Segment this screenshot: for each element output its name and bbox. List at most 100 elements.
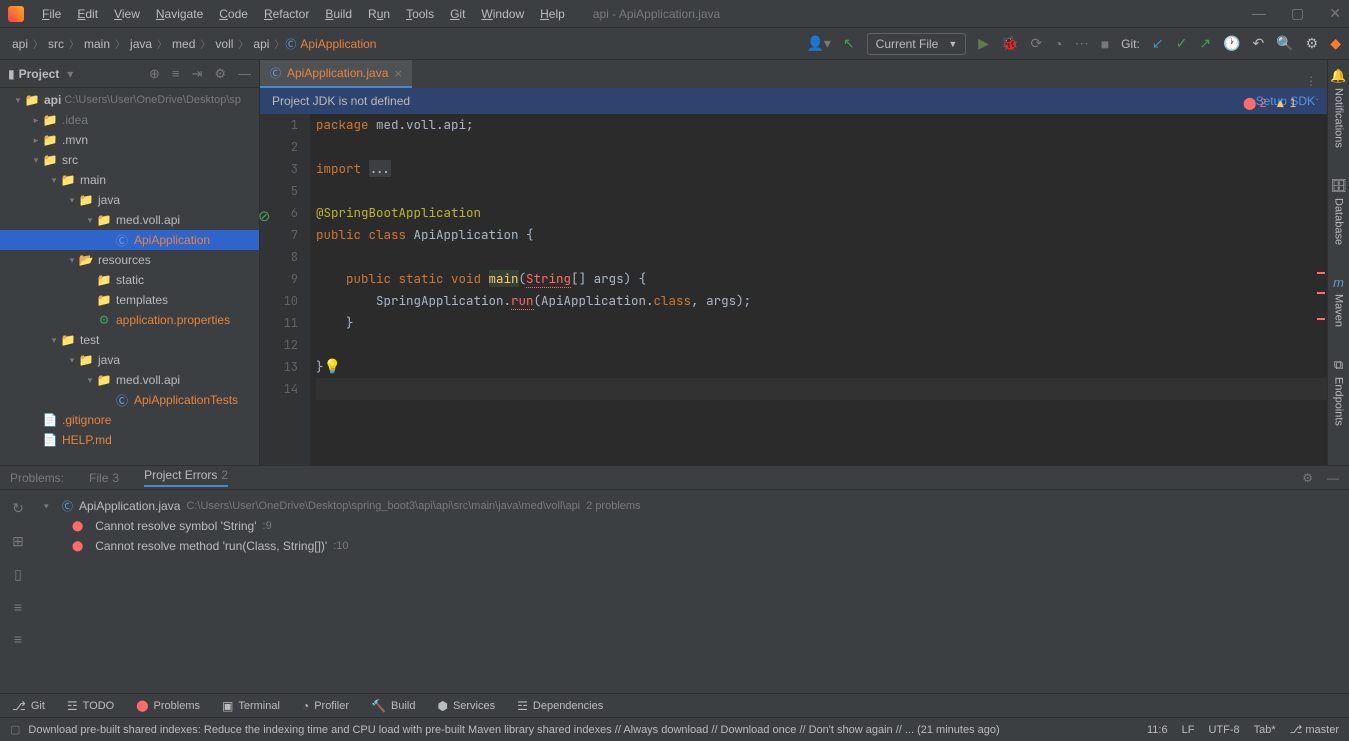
problems-error-2[interactable]: ⬤Cannot resolve method 'run(Class, Strin… xyxy=(72,536,1341,556)
menu-code[interactable]: Code xyxy=(211,3,256,25)
minimize-icon[interactable]: — xyxy=(1252,5,1266,22)
tab-options-icon[interactable]: ⋮ xyxy=(1305,74,1327,88)
ide-brand-icon[interactable]: ◆ xyxy=(1330,35,1341,52)
tree-testcls[interactable]: ⒸApiApplicationTests xyxy=(0,390,259,410)
problems-collapse-icon[interactable]: ≡ xyxy=(14,631,22,647)
tool-terminal[interactable]: ▣Terminal xyxy=(222,699,280,713)
tree-testjava[interactable]: ▾📁java xyxy=(0,350,259,370)
maximize-icon[interactable]: ▢ xyxy=(1291,5,1304,22)
tree-templates[interactable]: 📁templates xyxy=(0,290,259,310)
close-icon[interactable]: ✕ xyxy=(1329,5,1341,22)
run-config-dropdown[interactable]: Current File▼ xyxy=(867,33,967,55)
problems-view-icon[interactable]: ⊞ xyxy=(12,533,24,550)
problems-file-row[interactable]: ▾ Ⓒ ApiApplication.java C:\Users\User\On… xyxy=(44,496,1341,516)
crumb-apipkg[interactable]: api xyxy=(249,35,273,53)
tree-testpkg[interactable]: ▾📁med.voll.api xyxy=(0,370,259,390)
editor-tab[interactable]: Ⓒ ApiApplication.java × xyxy=(260,60,412,88)
tree-src[interactable]: ▾📁src xyxy=(0,150,259,170)
tree-test[interactable]: ▾📁test xyxy=(0,330,259,350)
endpoints-tool[interactable]: ⧉Endpoints xyxy=(1333,357,1345,426)
status-corner-icon[interactable]: ▢ xyxy=(10,723,20,736)
menu-navigate[interactable]: Navigate xyxy=(148,3,211,25)
notifications-tool[interactable]: 🔔Notifications xyxy=(1330,68,1346,148)
problems-expand-icon[interactable]: ≡ xyxy=(14,599,22,615)
expand-icon[interactable]: ≡ xyxy=(172,66,180,82)
hide-icon[interactable]: — xyxy=(238,66,251,82)
menu-git[interactable]: Git xyxy=(442,3,473,25)
problems-error-1[interactable]: ⬤Cannot resolve symbol 'String':9 xyxy=(72,516,1341,536)
search-icon[interactable]: 🔍 xyxy=(1276,35,1293,52)
status-tab[interactable]: Tab* xyxy=(1254,724,1276,736)
crumb-api[interactable]: api xyxy=(8,35,32,53)
status-branch[interactable]: ⎇ master xyxy=(1290,723,1339,736)
locate-icon[interactable]: ⊕ xyxy=(149,66,160,82)
tree-java[interactable]: ▾📁java xyxy=(0,190,259,210)
menu-run[interactable]: Run xyxy=(360,3,398,25)
crumb-src[interactable]: src xyxy=(44,35,68,53)
next-highlight-icon[interactable]: ˇ xyxy=(1316,98,1319,109)
menu-window[interactable]: Window xyxy=(473,3,532,25)
git-history-icon[interactable]: 🕐 xyxy=(1223,35,1240,52)
menu-file[interactable]: File xyxy=(34,3,69,25)
menu-tools[interactable]: Tools xyxy=(398,3,442,25)
problems-refresh-icon[interactable]: ↻ xyxy=(12,500,24,517)
tool-dependencies[interactable]: ☲Dependencies xyxy=(517,699,603,713)
settings-icon[interactable]: ⚙ xyxy=(214,66,226,82)
tree-main[interactable]: ▾📁main xyxy=(0,170,259,190)
code-editor[interactable]: package med.voll.api; import ... @Spring… xyxy=(310,114,1327,465)
tree-class[interactable]: ⒸApiApplication xyxy=(0,230,259,250)
collapse-icon[interactable]: ⇥ xyxy=(191,66,202,82)
tree-mvn[interactable]: ▸📁.mvn xyxy=(0,130,259,150)
tool-services[interactable]: ⬢Services xyxy=(437,699,495,713)
tree-appprops[interactable]: ⚙application.properties xyxy=(0,310,259,330)
tree-gitignore[interactable]: 📄.gitignore xyxy=(0,410,259,430)
status-message[interactable]: Download pre-built shared indexes: Reduc… xyxy=(28,724,1135,736)
tree-idea[interactable]: ▸📁.idea xyxy=(0,110,259,130)
error-indicator-icon[interactable]: ⬤ 2 xyxy=(1243,96,1266,110)
tree-resources[interactable]: ▾📂resources xyxy=(0,250,259,270)
maven-tool[interactable]: mMaven xyxy=(1333,275,1345,327)
tree-root[interactable]: ▾📁apiC:\Users\User\OneDrive\Desktop\sp xyxy=(0,90,259,110)
tree-static[interactable]: 📁static xyxy=(0,270,259,290)
menu-view[interactable]: View xyxy=(106,3,148,25)
warning-indicator-icon[interactable]: ▲ 1 xyxy=(1274,96,1296,110)
debug-icon[interactable]: 🐞 xyxy=(1001,35,1018,52)
more-icon[interactable]: ⋯ xyxy=(1075,35,1089,52)
coverage-icon[interactable]: ⟳ xyxy=(1031,35,1043,52)
settings-icon[interactable]: ⚙ xyxy=(1306,35,1319,52)
profile-icon[interactable]: ◔ xyxy=(1054,36,1062,52)
problems-tab-project[interactable]: Project Errors2 xyxy=(144,468,228,487)
tool-build[interactable]: 🔨Build xyxy=(371,699,415,713)
database-tool[interactable]: 🗄Database xyxy=(1330,178,1347,245)
crumb-class[interactable]: ApiApplication xyxy=(296,35,380,53)
git-rollback-icon[interactable]: ↶ xyxy=(1252,35,1264,52)
crumb-main[interactable]: main xyxy=(80,35,114,53)
problems-hide-icon[interactable]: — xyxy=(1327,471,1339,485)
run-icon[interactable]: ▶ xyxy=(978,35,989,52)
prev-highlight-icon[interactable]: ˆ xyxy=(1304,98,1307,109)
git-update-icon[interactable]: ↙ xyxy=(1152,35,1164,52)
tool-profiler[interactable]: ◔Profiler xyxy=(302,699,349,713)
menu-help[interactable]: Help xyxy=(532,3,573,25)
crumb-java[interactable]: java xyxy=(126,35,156,53)
tree-help[interactable]: 📄HELP.md xyxy=(0,430,259,450)
project-panel-label[interactable]: Project xyxy=(19,67,60,81)
project-view-dropdown[interactable]: ▾ xyxy=(67,67,73,81)
user-icon[interactable]: 👤▾ xyxy=(806,35,830,52)
tab-close-icon[interactable]: × xyxy=(394,66,402,81)
crumb-voll[interactable]: voll xyxy=(211,35,237,53)
menu-build[interactable]: Build xyxy=(317,3,360,25)
status-sep[interactable]: LF xyxy=(1182,724,1195,736)
crumb-med[interactable]: med xyxy=(168,35,199,53)
tool-problems[interactable]: ⬤Problems xyxy=(136,699,200,712)
problems-settings-icon[interactable]: ⚙ xyxy=(1302,471,1313,485)
menu-refactor[interactable]: Refactor xyxy=(256,3,317,25)
tool-git[interactable]: ⎇Git xyxy=(12,699,45,713)
stop-icon[interactable]: ■ xyxy=(1101,36,1109,52)
status-position[interactable]: 11:6 xyxy=(1147,724,1168,736)
tool-todo[interactable]: ☲TODO xyxy=(67,699,114,713)
gutter[interactable]: 1 2 3 5 6⊘ 7 8 9 10 11 12 13 14 xyxy=(260,114,310,465)
tree-pkg[interactable]: ▾📁med.voll.api xyxy=(0,210,259,230)
status-encoding[interactable]: UTF-8 xyxy=(1208,724,1239,736)
problems-group-icon[interactable]: ▯ xyxy=(14,566,22,583)
